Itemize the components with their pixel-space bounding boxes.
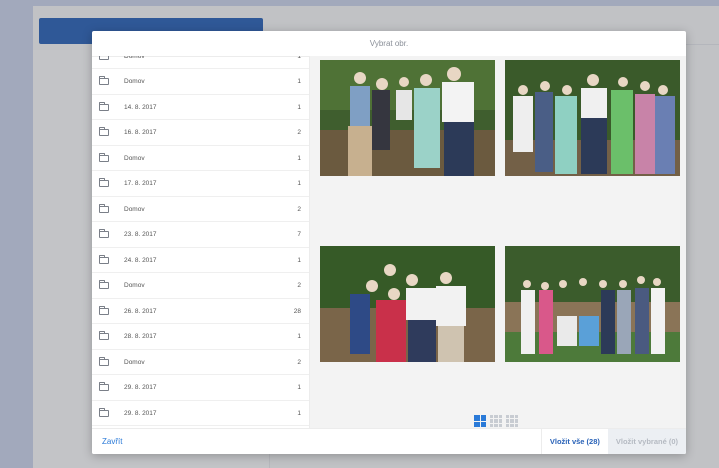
folder-icon	[99, 178, 109, 187]
modal-header: Vybrat obr.	[92, 31, 686, 57]
folder-count: 1	[297, 78, 301, 85]
folder-icon	[99, 407, 109, 417]
folder-icon	[99, 305, 109, 315]
folder-count: 1	[297, 154, 301, 162]
folder-icon	[99, 101, 109, 111]
photo-4[interactable]	[505, 246, 680, 362]
folder-row[interactable]: Domov 1	[92, 70, 309, 95]
folder-row[interactable]: 14. 8. 2017 1	[92, 95, 309, 120]
folder-count: 1	[297, 180, 301, 187]
folder-row[interactable]: Domov 2	[92, 350, 309, 375]
photo-grid	[310, 56, 686, 429]
folder-count: 2	[297, 129, 301, 136]
folder-icon	[99, 76, 109, 85]
folder-row[interactable]: 16. 8. 2017 2	[92, 121, 309, 146]
folder-row[interactable]: 29. 8. 2017 1	[92, 376, 309, 401]
small-grid-icon[interactable]	[506, 415, 518, 427]
folder-row[interactable]: Domov 2	[92, 197, 309, 222]
folder-label: 24. 8. 2017	[124, 256, 157, 264]
modal-footer: Zavřít Vložit vše (28) Vložit vybrané (0…	[92, 428, 686, 454]
close-link[interactable]: Zavřít	[102, 437, 541, 446]
folder-row[interactable]: 28. 8. 2017 1	[92, 325, 309, 350]
folder-row[interactable]: Domov 1	[92, 146, 309, 171]
folder-row[interactable]: Domov 1	[92, 56, 309, 69]
photo-3[interactable]	[320, 246, 495, 362]
folder-row[interactable]: 17. 8. 2017 1	[92, 172, 309, 197]
medium-grid-icon[interactable]	[490, 415, 502, 427]
folder-icon	[99, 203, 109, 213]
folder-label: 16. 8. 2017	[124, 129, 157, 136]
photo-1-image	[320, 60, 495, 176]
folder-label: 23. 8. 2017	[124, 231, 157, 238]
folder-label: Domov	[124, 78, 145, 85]
folder-icon	[99, 331, 109, 340]
folder-icon	[99, 382, 109, 391]
view-size-switcher	[474, 415, 518, 427]
folder-count: 1	[297, 256, 301, 264]
folder-label: 29. 8. 2017	[124, 384, 157, 391]
folder-label: Domov	[124, 358, 145, 366]
photo-3-image	[320, 246, 495, 362]
folder-row[interactable]: 26. 8. 2017 28	[92, 299, 309, 324]
folder-row[interactable]: 29. 8. 2017 1	[92, 401, 309, 426]
folder-label: Domov	[124, 205, 145, 213]
folder-icon	[99, 254, 109, 264]
folder-label: 28. 8. 2017	[124, 333, 157, 340]
folder-label: 29. 8. 2017	[124, 409, 157, 417]
folder-label: 26. 8. 2017	[124, 307, 157, 315]
folder-label: 14. 8. 2017	[124, 103, 157, 111]
folder-count: 2	[297, 358, 301, 366]
folder-count: 1	[297, 333, 301, 340]
modal-title: Vybrat obr.	[369, 39, 409, 48]
folder-label: Domov	[124, 56, 145, 60]
folder-row[interactable]: 24. 8. 2017 1	[92, 248, 309, 273]
folder-count: 28	[293, 307, 301, 315]
photo-2[interactable]	[505, 60, 680, 176]
image-picker-modal: Vybrat obr. Domov 1 Domov 1 14. 8. 2017 1 16. …	[92, 31, 686, 454]
folder-label: Domov	[124, 282, 145, 289]
photo-4-image	[505, 246, 680, 362]
folder-icon	[99, 229, 109, 238]
folder-row[interactable]: 23. 8. 2017 7	[92, 223, 309, 248]
folder-count: 2	[297, 205, 301, 213]
folder-label: Domov	[124, 154, 145, 162]
folder-label: 17. 8. 2017	[124, 180, 157, 187]
folder-row[interactable]: Domov 2	[92, 274, 309, 299]
folder-count: 1	[297, 384, 301, 391]
large-grid-icon[interactable]	[474, 415, 486, 427]
folder-icon	[99, 56, 109, 60]
folder-icon	[99, 127, 109, 136]
folder-icon	[99, 280, 109, 289]
folder-list[interactable]: Domov 1 Domov 1 14. 8. 2017 1 16. 8. 2017 2 Domo…	[92, 56, 310, 429]
folder-count: 7	[297, 231, 301, 238]
insert-selected-button[interactable]: Vložit vybrané (0)	[607, 429, 686, 454]
folder-icon	[99, 152, 109, 162]
folder-icon	[99, 356, 109, 366]
photo-2-image	[505, 60, 680, 176]
folder-count: 2	[297, 282, 301, 289]
folder-count: 1	[297, 56, 301, 60]
folder-count: 1	[297, 103, 301, 111]
photo-1[interactable]	[320, 60, 495, 176]
folder-count: 1	[297, 409, 301, 417]
insert-all-button[interactable]: Vložit vše (28)	[540, 429, 608, 454]
